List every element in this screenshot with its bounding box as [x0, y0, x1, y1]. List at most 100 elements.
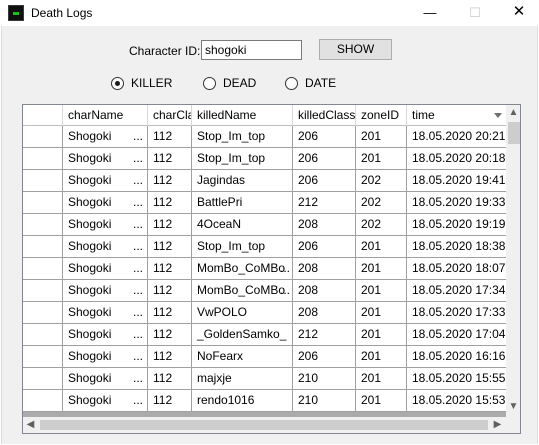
cell-killedname[interactable]: rendo1016 [192, 390, 293, 412]
cell-charclass[interactable]: 112 [148, 236, 192, 258]
column-header-killedname[interactable]: killedName [192, 105, 293, 126]
table-row[interactable]: Shogoki 112 Stop_Im_top 206 201 18.05.2020 20… [23, 126, 506, 148]
table-row[interactable]: Shogoki 112 4OceaN 208 202 18.05.2020 19:19..… [23, 214, 506, 236]
row-header[interactable] [23, 170, 63, 192]
cell-killedname[interactable]: MomBo_CoMBo [192, 280, 293, 302]
cell-zoneid[interactable]: 202 [356, 170, 407, 192]
cell-charclass[interactable]: 112 [148, 192, 192, 214]
cell-killedname[interactable]: Stop_Im_top [192, 236, 293, 258]
cell-zoneid[interactable]: 201 [356, 258, 407, 280]
cell-killedname[interactable]: Jagindas [192, 170, 293, 192]
cell-charclass[interactable]: 112 [148, 148, 192, 170]
cell-killedclass[interactable]: 208 [293, 258, 356, 280]
row-header[interactable] [23, 126, 63, 148]
vertical-scroll-thumb[interactable] [508, 122, 520, 144]
vertical-scrollbar[interactable]: ▲ ▼ [506, 105, 520, 417]
cell-zoneid[interactable]: 201 [356, 390, 407, 412]
cell-charclass[interactable]: 112 [148, 126, 192, 148]
cell-charclass[interactable]: 112 [148, 280, 192, 302]
table-row[interactable]: Shogoki 112 MomBo_CoMBo 208 201 18.05.2020 18… [23, 258, 506, 280]
cell-killedname[interactable]: BattlePri [192, 192, 293, 214]
radio-killer[interactable]: KILLER [111, 75, 172, 91]
cell-time[interactable]: 18.05.2020 16:16 [407, 346, 506, 368]
horizontal-scroll-thumb[interactable] [40, 420, 488, 430]
cell-killedname[interactable]: VwPOLO [192, 302, 293, 324]
table-row[interactable]: Shogoki 112 MomBo_CoMBo 208 201 18.05.2020 17… [23, 280, 506, 302]
row-header[interactable] [23, 324, 63, 346]
row-header[interactable] [23, 236, 63, 258]
cell-zoneid[interactable]: 201 [356, 368, 407, 390]
cell-time[interactable]: 18.05.2020 15:55 [407, 368, 506, 390]
cell-time[interactable]: 18.05.2020 19:19 [407, 214, 506, 236]
cell-killedclass[interactable]: 208 [293, 280, 356, 302]
scroll-down-icon[interactable]: ▼ [506, 401, 520, 412]
cell-killedclass[interactable]: 210 [293, 390, 356, 412]
show-button[interactable]: SHOW [319, 39, 392, 60]
cell-zoneid[interactable]: 202 [356, 192, 407, 214]
column-header-charname[interactable]: charName [63, 105, 148, 126]
cell-zoneid[interactable]: 201 [356, 302, 407, 324]
minimize-button[interactable]: — [407, 0, 453, 26]
cell-zoneid[interactable]: 201 [356, 324, 407, 346]
cell-zoneid[interactable]: 201 [356, 126, 407, 148]
scroll-left-icon[interactable]: ◀ [23, 419, 38, 430]
cell-time[interactable]: 18.05.2020 17:34 [407, 280, 506, 302]
cell-killedclass[interactable]: 208 [293, 302, 356, 324]
table-row[interactable]: Shogoki 112 _GoldenSamko_ 212 201 18.05.2020 … [23, 324, 506, 346]
cell-zoneid[interactable]: 201 [356, 346, 407, 368]
column-header-charclass[interactable]: charCla [148, 105, 192, 126]
table-row[interactable]: Shogoki 112 NoFearx 206 201 18.05.2020 16:16.… [23, 346, 506, 368]
radio-dead[interactable]: DEAD [203, 75, 256, 91]
cell-charclass[interactable]: 112 [148, 346, 192, 368]
cell-time[interactable]: 18.05.2020 19:41 [407, 170, 506, 192]
cell-killedclass[interactable]: 206 [293, 236, 356, 258]
cell-killedclass[interactable]: 206 [293, 126, 356, 148]
cell-killedname[interactable]: NoFearx [192, 346, 293, 368]
table-row[interactable]: Shogoki 112 rendo1016 210 201 18.05.2020 15:5… [23, 390, 506, 412]
cell-zoneid[interactable]: 201 [356, 148, 407, 170]
cell-killedclass[interactable]: 212 [293, 192, 356, 214]
cell-charclass[interactable]: 112 [148, 214, 192, 236]
cell-charclass[interactable]: 112 [148, 302, 192, 324]
cell-killedclass[interactable]: 206 [293, 346, 356, 368]
horizontal-scrollbar[interactable]: ◀ ▶ [23, 417, 506, 433]
table-row[interactable]: Shogoki 112 VwPOLO 208 201 18.05.2020 17:33..… [23, 302, 506, 324]
cell-time[interactable]: 18.05.2020 19:33 [407, 192, 506, 214]
cell-time[interactable]: 18.05.2020 15:53 [407, 390, 506, 412]
death-log-grid[interactable]: charName charCla killedName killedClass … [22, 104, 521, 434]
row-header[interactable] [23, 148, 63, 170]
table-row[interactable]: Shogoki 112 Jagindas 206 202 18.05.2020 19:41… [23, 170, 506, 192]
cell-charclass[interactable]: 112 [148, 258, 192, 280]
cell-killedname[interactable]: MomBo_CoMBo [192, 258, 293, 280]
row-header[interactable] [23, 280, 63, 302]
cell-charclass[interactable]: 112 [148, 390, 192, 412]
maximize-button[interactable]: ☐ [452, 0, 498, 26]
column-header-zoneid[interactable]: zoneID [356, 105, 407, 126]
cell-killedname[interactable]: Stop_Im_top [192, 126, 293, 148]
radio-date[interactable]: DATE [285, 75, 336, 91]
scroll-up-icon[interactable]: ▲ [506, 107, 520, 118]
cell-time[interactable]: 18.05.2020 18:38 [407, 236, 506, 258]
column-header-time[interactable]: time [407, 105, 506, 126]
cell-killedclass[interactable]: 210 [293, 368, 356, 390]
cell-killedname[interactable]: majxje [192, 368, 293, 390]
row-header[interactable] [23, 258, 63, 280]
row-header[interactable] [23, 346, 63, 368]
cell-zoneid[interactable]: 201 [356, 236, 407, 258]
cell-time[interactable]: 18.05.2020 20:21 [407, 126, 506, 148]
cell-killedname[interactable]: 4OceaN [192, 214, 293, 236]
table-row[interactable]: Shogoki 112 Stop_Im_top 206 201 18.05.2020 18… [23, 236, 506, 258]
column-header-killedclass[interactable]: killedClass [293, 105, 356, 126]
close-button[interactable]: ✕ [496, 0, 539, 26]
cell-charclass[interactable]: 112 [148, 324, 192, 346]
row-header[interactable] [23, 368, 63, 390]
row-header[interactable] [23, 302, 63, 324]
cell-time[interactable]: 18.05.2020 17:04 [407, 324, 506, 346]
cell-killedname[interactable]: _GoldenSamko_ [192, 324, 293, 346]
table-row[interactable]: Shogoki 112 Stop_Im_top 206 201 18.05.2020 20… [23, 148, 506, 170]
table-row[interactable]: Shogoki 112 majxje 210 201 18.05.2020 15:55..… [23, 368, 506, 390]
cell-charclass[interactable]: 112 [148, 170, 192, 192]
character-id-input[interactable] [201, 40, 302, 60]
table-row[interactable]: Shogoki 112 BattlePri 212 202 18.05.2020 19:3… [23, 192, 506, 214]
cell-killedclass[interactable]: 208 [293, 214, 356, 236]
